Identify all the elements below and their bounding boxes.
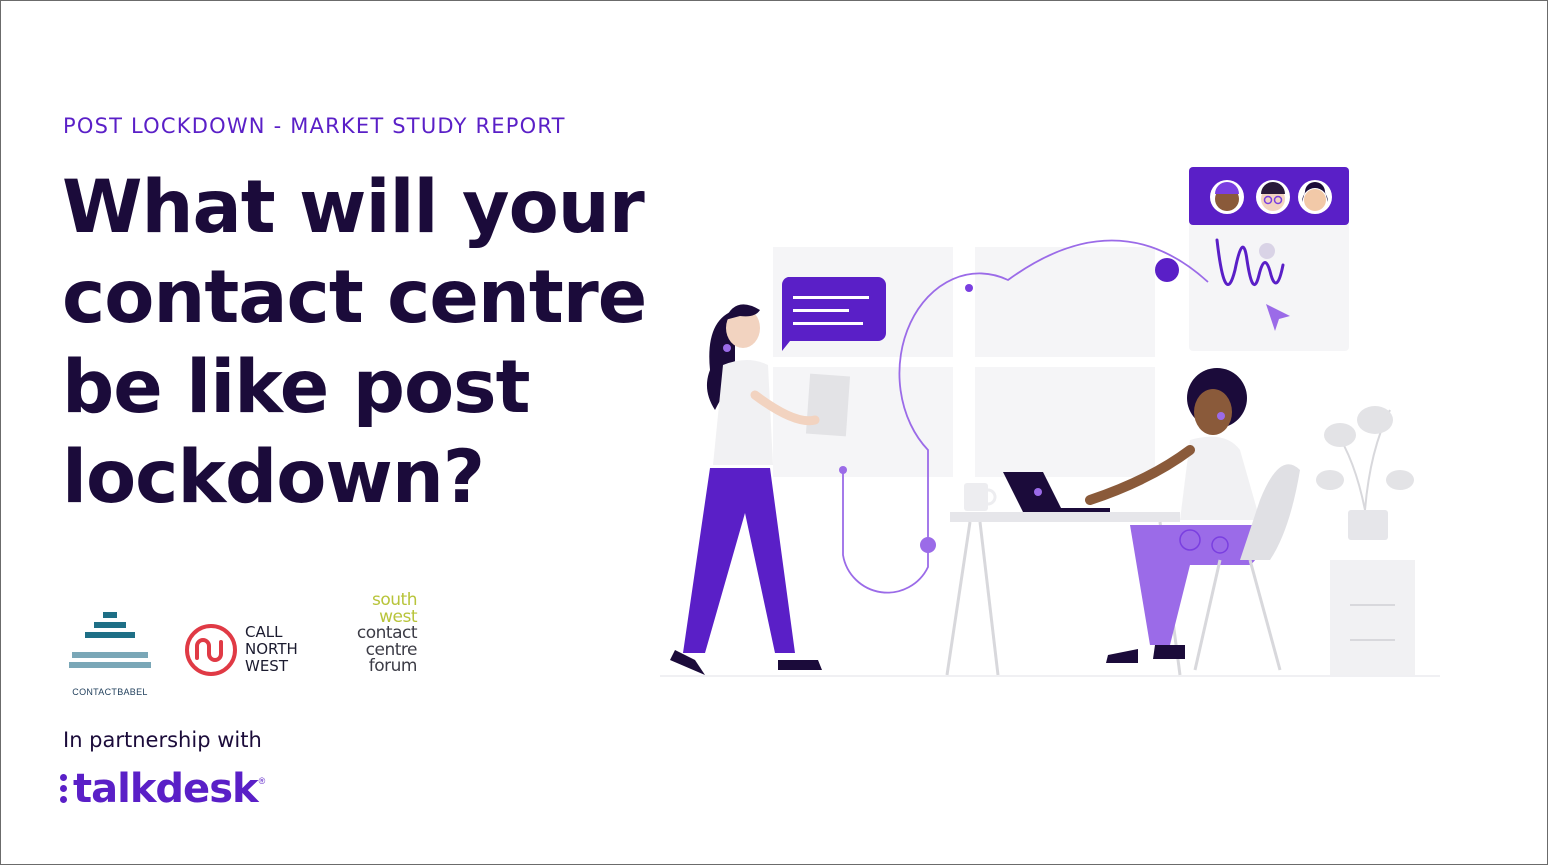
southwest-forum-logo: south west contact centre forum: [337, 592, 418, 682]
callnorthwest-logo: CALL NORTH WEST: [183, 620, 313, 680]
callnorthwest-wordmark: CALL NORTH WEST: [245, 624, 298, 675]
headline-line-1: What will your: [62, 165, 645, 250]
contactbabel-wordmark: CONTACTBABEL: [72, 687, 148, 697]
contactbabel-logo: CONTACTBABEL: [69, 612, 151, 697]
hero-illustration: [660, 167, 1440, 677]
callnorthwest-line: CALL: [245, 623, 283, 641]
chat-bubble-icon: [781, 277, 886, 351]
partnership-label: In partnership with: [63, 728, 262, 752]
talkdesk-wordmark: talkdesk: [73, 766, 259, 812]
connection-node: [965, 284, 973, 292]
contactbabel-bar: [94, 622, 126, 628]
contactbabel-bar: [103, 612, 117, 618]
mug-icon: [964, 483, 997, 511]
background-panel: [975, 367, 1155, 477]
callnorthwest-mark-icon: [185, 624, 237, 676]
headline-line-2: contact centre: [62, 255, 647, 340]
talkdesk-dots-icon: [60, 772, 68, 806]
report-headline: What will your contact centre be like po…: [62, 163, 682, 523]
headline-line-3: be like post: [62, 345, 531, 430]
video-call-panel-icon: [1189, 167, 1349, 351]
callnorthwest-line: WEST: [245, 657, 288, 675]
desk-top: [950, 512, 1180, 522]
contactbabel-bar: [69, 662, 151, 668]
walking-woman-figure: [670, 304, 851, 675]
connection-node: [1155, 258, 1179, 282]
swf-line: forum: [368, 656, 418, 676]
connection-node: [839, 466, 847, 474]
contactbabel-bar: [72, 652, 148, 658]
headline-line-4: lockdown?: [62, 435, 485, 520]
contactbabel-bar: [85, 632, 135, 638]
talkdesk-logo[interactable]: talkdesk ®: [60, 766, 265, 812]
report-eyebrow: POST LOCKDOWN - MARKET STUDY REPORT: [63, 114, 566, 138]
callnorthwest-line: NORTH: [245, 640, 298, 658]
connection-node: [920, 537, 936, 553]
plant-icon: [1316, 406, 1415, 675]
partner-logos: CONTACTBABEL CALL NORTH WEST south west …: [63, 590, 443, 697]
background-panel: [975, 247, 1155, 357]
laptop-icon: [1003, 472, 1110, 512]
registered-mark: ®: [258, 776, 266, 786]
